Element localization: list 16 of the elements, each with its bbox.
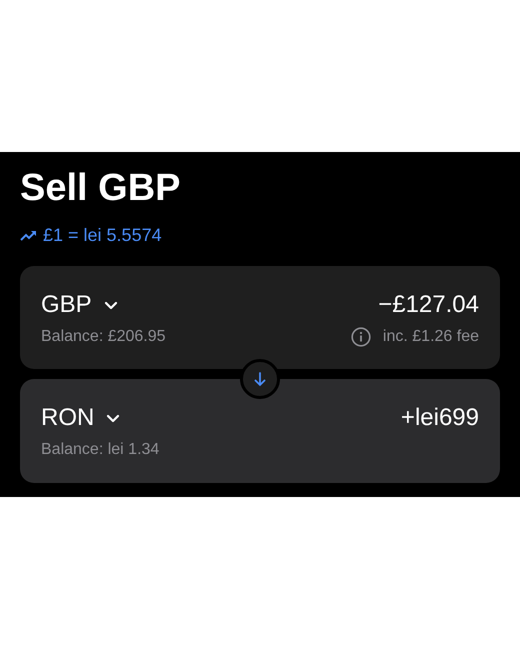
arrow-down-icon bbox=[254, 372, 266, 386]
amount-text: −£127.04 bbox=[378, 290, 479, 320]
currency-selector[interactable]: RON bbox=[41, 403, 120, 433]
amount-text: +lei699 bbox=[400, 403, 479, 433]
currency-selector[interactable]: GBP bbox=[41, 290, 118, 320]
balance-text: Balance: £206.95 bbox=[41, 327, 166, 347]
chevron-down-icon bbox=[106, 414, 120, 422]
info-icon[interactable] bbox=[350, 327, 371, 347]
fee-text: inc. £1.26 fee bbox=[382, 327, 479, 347]
currency-card[interactable]: RON +lei699 Balance: lei 1.34 bbox=[20, 379, 500, 483]
chevron-down-icon bbox=[104, 300, 118, 310]
page-title: Sell GBP bbox=[20, 166, 180, 210]
balance-text: Balance: lei 1.34 bbox=[41, 440, 160, 460]
exchange-rate-text: £1 = lei 5.5574 bbox=[43, 224, 162, 246]
trend-up-icon bbox=[20, 230, 37, 240]
currency-card[interactable]: GBP −£127.04 Balance: £206.95 inc. £1.26 fee bbox=[20, 266, 500, 369]
